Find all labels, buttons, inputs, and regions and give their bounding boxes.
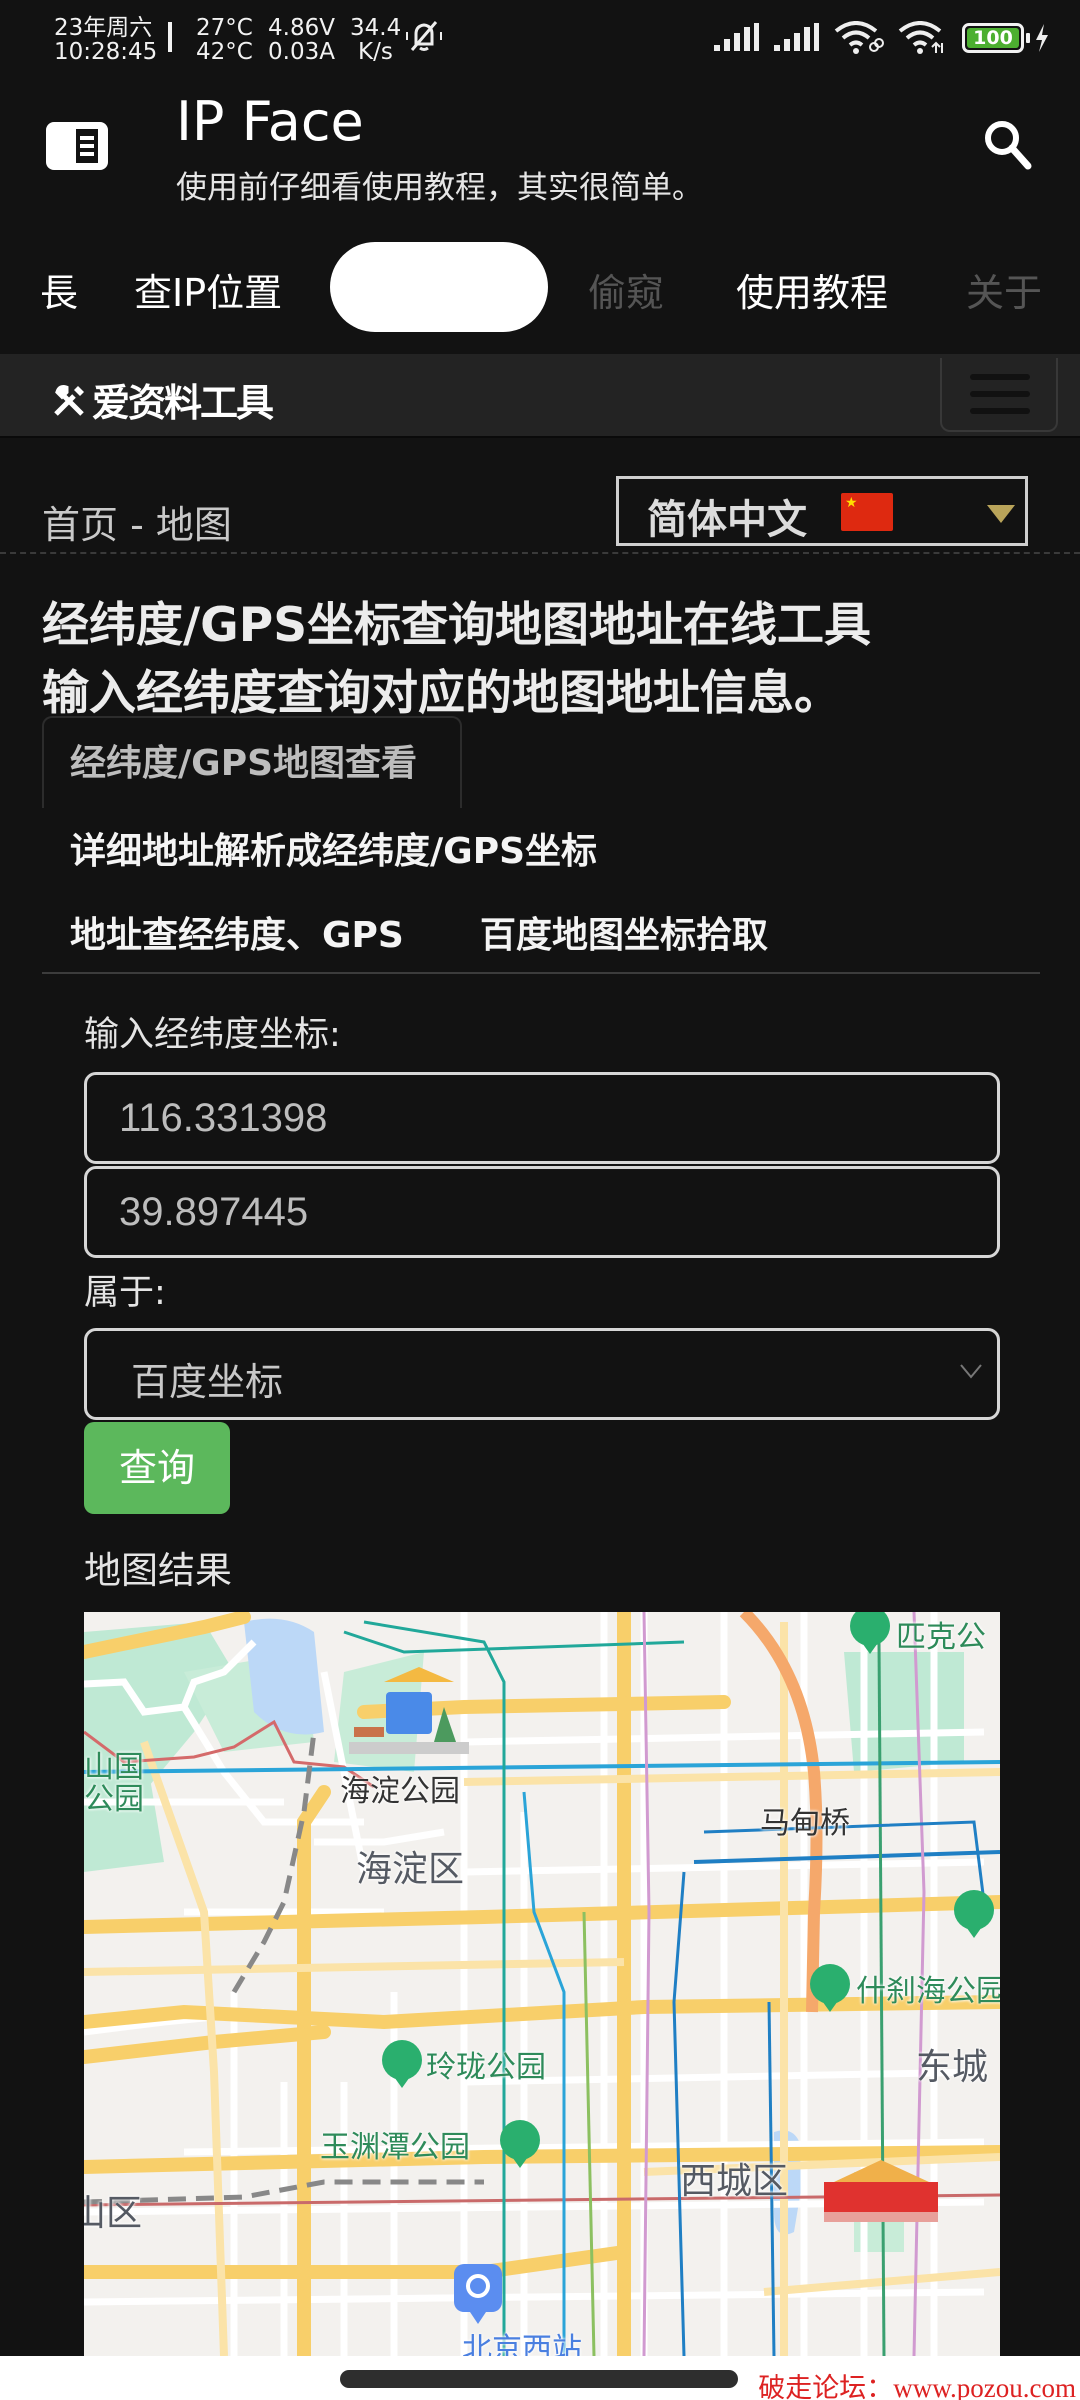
page-heading: 经纬度/GPS坐标查询地图地址在线工具 输入经纬度查询对应的地图地址信息。 bbox=[42, 592, 871, 728]
map-label-xicheng: 西城区 bbox=[680, 2161, 789, 2202]
sidebar-menu-icon[interactable] bbox=[46, 122, 108, 170]
map-label-shichahai: 什刹海公园 bbox=[856, 1974, 1000, 2009]
site-logo[interactable]: 爱资料工具 bbox=[52, 372, 274, 427]
map-label-beijing-west: 北京西站 bbox=[462, 2332, 582, 2356]
query-button[interactable]: 查询 bbox=[84, 1422, 230, 1514]
status-date-time: 23年周六 10:28:45 bbox=[54, 16, 157, 64]
status-temp-battery: 27°C bbox=[196, 15, 253, 41]
status-temp-cpu: 42°C bbox=[196, 39, 253, 65]
section-divider bbox=[42, 972, 1040, 974]
menu-icon-line bbox=[80, 144, 94, 148]
park-pin-icon bbox=[954, 1890, 994, 1938]
site-navbar: 爱资料工具 bbox=[0, 354, 1080, 438]
breadcrumb: 首页 - 地图 bbox=[42, 503, 232, 547]
metro-line bbox=[672, 1871, 686, 2356]
tab-partial[interactable]: 長 bbox=[40, 262, 78, 317]
hamburger-line bbox=[970, 374, 1030, 380]
dashed-divider bbox=[0, 552, 1080, 554]
status-voltage: 4.86V bbox=[268, 15, 335, 41]
signal-icon bbox=[714, 23, 759, 51]
menu-icon-line bbox=[80, 152, 94, 156]
coord-system-select[interactable]: 百度坐标 bbox=[84, 1328, 1000, 1420]
map-label-shan-district: 山区 bbox=[84, 2193, 143, 2234]
link-address-to-coords[interactable]: 详细地址解析成经纬度/GPS坐标 bbox=[70, 822, 597, 874]
coords-label: 输入经纬度坐标: bbox=[84, 1015, 341, 1055]
chevron-down-icon bbox=[960, 1364, 982, 1379]
tools-icon bbox=[54, 384, 84, 416]
bell-off-icon bbox=[406, 21, 442, 51]
battery-tip bbox=[1026, 33, 1030, 43]
hamburger-icon[interactable] bbox=[940, 358, 1058, 432]
tab-ip-location[interactable]: 查IP位置 bbox=[134, 262, 282, 317]
map-label-xiangshan-park: 山国 公园 bbox=[84, 1750, 144, 1817]
map-result-label: 地图结果 bbox=[84, 1549, 232, 1592]
status-power: 4.86V 0.03A bbox=[268, 16, 335, 64]
map-label-linglong-park: 玲珑公园 bbox=[426, 2050, 546, 2085]
signal-icon bbox=[774, 23, 819, 51]
status-temps: 27°C 42°C bbox=[196, 16, 253, 64]
battery-level: 100 bbox=[967, 28, 1019, 48]
coord-system-value: 百度坐标 bbox=[131, 1360, 284, 1404]
app-title: IP Face bbox=[176, 90, 364, 153]
longitude-input[interactable]: 116.331398 bbox=[84, 1072, 1000, 1164]
latitude-input[interactable]: 39.897445 bbox=[84, 1166, 1000, 1258]
tab-gps-map-view[interactable]: 经纬度/GPS地图查看 bbox=[42, 716, 462, 808]
link-baidu-picker[interactable]: 百度地图坐标拾取 bbox=[480, 906, 768, 958]
tiananmen-landmark-icon bbox=[824, 2160, 938, 2222]
battery-icon: 100 bbox=[962, 23, 1030, 53]
map-label-madian-bridge: 马甸桥 bbox=[760, 1806, 850, 1841]
metro-line bbox=[582, 1911, 596, 2356]
tab-gps-map-view-label: 经纬度/GPS地图查看 bbox=[70, 743, 418, 784]
status-speed-value: 34.4 bbox=[350, 15, 402, 41]
status-icons: 100 bbox=[714, 18, 1050, 58]
tab-tutorial[interactable]: 使用教程 bbox=[736, 262, 888, 317]
tab-bar: 長 查IP位置 偷窥 使用教程 关于 bbox=[0, 238, 1080, 338]
home-indicator[interactable] bbox=[340, 2370, 738, 2388]
map-label-yuyuantan-park: 玉渊潭公园 bbox=[320, 2130, 470, 2165]
menu-icon-line bbox=[80, 136, 94, 140]
language-select[interactable]: 简体中文 ★ bbox=[616, 476, 1028, 546]
status-current: 0.03A bbox=[268, 39, 335, 65]
status-time: 10:28:45 bbox=[54, 39, 158, 65]
tab-selected[interactable] bbox=[330, 242, 548, 332]
status-speed-unit: K/s bbox=[358, 39, 393, 65]
map-view[interactable]: 山国 公园 海淀公园 海淀区 匹克公 马甸桥 什刹海公园 玲珑公园 东城 玉渊潭公… bbox=[84, 1612, 1000, 2356]
map-label-olympic-park: 匹克公 bbox=[896, 1620, 986, 1655]
language-label: 简体中文 bbox=[647, 497, 807, 543]
map-label-dongcheng: 东城 bbox=[916, 2047, 989, 2088]
site-logo-text: 爱资料工具 bbox=[92, 381, 274, 425]
link-address-lookup[interactable]: 地址查经纬度、GPS bbox=[70, 906, 404, 958]
status-date: 23年周六 bbox=[54, 15, 153, 41]
china-flag-icon: ★ bbox=[841, 493, 893, 531]
wifi-icon bbox=[898, 21, 943, 54]
charging-icon bbox=[1036, 24, 1048, 52]
wifi-link-icon bbox=[834, 21, 884, 54]
metro-line bbox=[343, 1630, 685, 1654]
tab-peek[interactable]: 偷窥 bbox=[588, 262, 664, 317]
park-pin-icon bbox=[382, 2040, 422, 2088]
search-icon[interactable] bbox=[980, 116, 1036, 172]
app-subtitle: 使用前仔细看使用教程，其实很简单。 bbox=[176, 170, 703, 206]
belongs-label: 属于: bbox=[84, 1273, 166, 1313]
watermark-text: 破走论坛：www.pozou.com bbox=[758, 2373, 1076, 2400]
app-bar: IP Face 使用前仔细看使用教程，其实很简单。 bbox=[0, 78, 1080, 228]
hamburger-line bbox=[970, 408, 1030, 414]
tab-about[interactable]: 关于 bbox=[966, 262, 1042, 317]
heading-line-1: 经纬度/GPS坐标查询地图地址在线工具 bbox=[42, 598, 872, 653]
map-label-haidian-park: 海淀公园 bbox=[340, 1774, 460, 1809]
caret-down-icon bbox=[987, 505, 1015, 523]
map-label-haidian-district: 海淀区 bbox=[356, 1849, 465, 1890]
status-netspeed: 34.4 K/s bbox=[350, 16, 401, 64]
park-pin-icon bbox=[850, 1612, 890, 1654]
hamburger-line bbox=[970, 391, 1030, 397]
status-bar: 23年周六 10:28:45 27°C 42°C 4.86V 0.03A 34.… bbox=[0, 0, 1080, 78]
status-divider bbox=[168, 22, 172, 52]
